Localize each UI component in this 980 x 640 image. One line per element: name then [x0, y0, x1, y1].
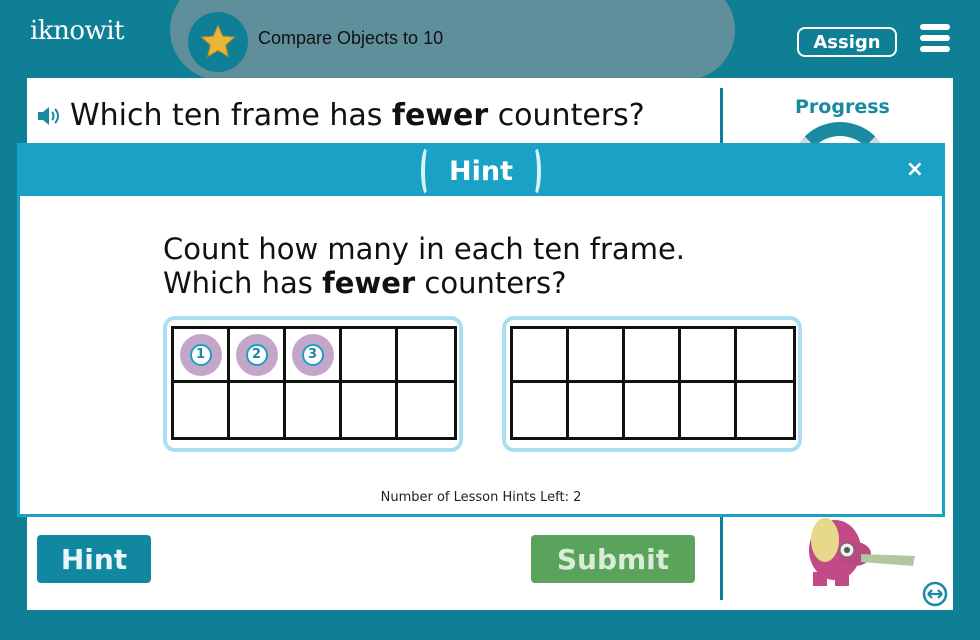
- menu-bar: [920, 24, 950, 30]
- hints-left-text: Number of Lesson Hints Left: 2: [380, 490, 582, 505]
- ten-frame-cell: 3: [286, 329, 342, 383]
- ten-frame-cell: [569, 383, 625, 437]
- question-suffix: counters?: [488, 98, 645, 133]
- dinosaur-mascot: [809, 518, 915, 586]
- right-bracket-decoration: [527, 145, 541, 197]
- iknowit-logo[interactable]: iknowit: [30, 16, 125, 46]
- counter: 3: [291, 333, 334, 376]
- ten-frame-1: 1 2 3: [163, 316, 463, 452]
- hint-modal-title-wrap: Hint: [421, 142, 541, 200]
- app-stage: iknowit Compare Objects to 10 Assign Whi…: [0, 0, 980, 640]
- ten-frame-cell: [625, 329, 681, 383]
- progress-label: Progress: [795, 96, 890, 118]
- ten-frame-cell: [230, 383, 286, 437]
- ten-frame-cell: 1: [174, 329, 230, 383]
- ten-frame-cell: [681, 329, 737, 383]
- expand-icon[interactable]: [922, 581, 948, 607]
- ten-frame-cell: [174, 383, 230, 437]
- hint-line-2-prefix: Which has: [163, 266, 323, 300]
- ten-frame-cell: [569, 329, 625, 383]
- ten-frame-grid: [510, 326, 796, 440]
- hint-line-1: Count how many in each ten frame.: [163, 232, 686, 266]
- ten-frame-cell: [625, 383, 681, 437]
- hint-button[interactable]: Hint: [37, 535, 151, 583]
- lesson-title-banner: [170, 0, 735, 80]
- hamburger-menu-icon[interactable]: [920, 24, 950, 52]
- hint-line-2: Which has fewer counters?: [163, 266, 685, 300]
- ten-frame-cell: 2: [230, 329, 286, 383]
- assign-button[interactable]: Assign: [797, 27, 897, 57]
- ten-frame-cell: [513, 329, 569, 383]
- lesson-title: Compare Objects to 10: [258, 28, 444, 48]
- ten-frame-cell: [737, 329, 793, 383]
- question-emphasis: fewer: [391, 98, 489, 133]
- close-icon[interactable]: ×: [906, 159, 924, 181]
- counter: 1: [179, 333, 222, 376]
- counter: 2: [235, 333, 278, 376]
- hint-modal-title: Hint: [449, 155, 513, 187]
- speaker-icon[interactable]: [36, 104, 62, 128]
- ten-frame-2: [502, 316, 802, 452]
- hint-modal: Hint × Count how many in each ten frame.…: [17, 143, 945, 517]
- submit-button[interactable]: Submit: [531, 535, 695, 583]
- left-bracket-decoration: [421, 145, 435, 197]
- ten-frame-cell: [681, 383, 737, 437]
- ten-frame-cell: [513, 383, 569, 437]
- ten-frame-grid: 1 2 3: [171, 326, 457, 440]
- counter-number: 3: [301, 343, 324, 366]
- ten-frame-cell: [398, 383, 454, 437]
- star-badge: [188, 12, 248, 72]
- ten-frame-cell: [286, 383, 342, 437]
- ten-frame-cell: [737, 383, 793, 437]
- hint-line-2-suffix: counters?: [415, 266, 567, 300]
- hint-line-2-emphasis: fewer: [322, 266, 416, 300]
- menu-bar: [920, 46, 950, 52]
- ten-frame-cell: [342, 383, 398, 437]
- counter-number: 2: [245, 343, 268, 366]
- question-prefix: Which ten frame has: [70, 98, 392, 133]
- ten-frame-cell: [398, 329, 454, 383]
- menu-bar: [920, 35, 950, 41]
- hint-text: Count how many in each ten frame. Which …: [163, 232, 685, 300]
- counter-number: 1: [189, 343, 212, 366]
- hint-modal-header: Hint ×: [20, 145, 942, 197]
- question-text: Which ten frame has fewer counters?: [36, 98, 645, 133]
- star-icon: [200, 24, 236, 58]
- ten-frame-cell: [342, 329, 398, 383]
